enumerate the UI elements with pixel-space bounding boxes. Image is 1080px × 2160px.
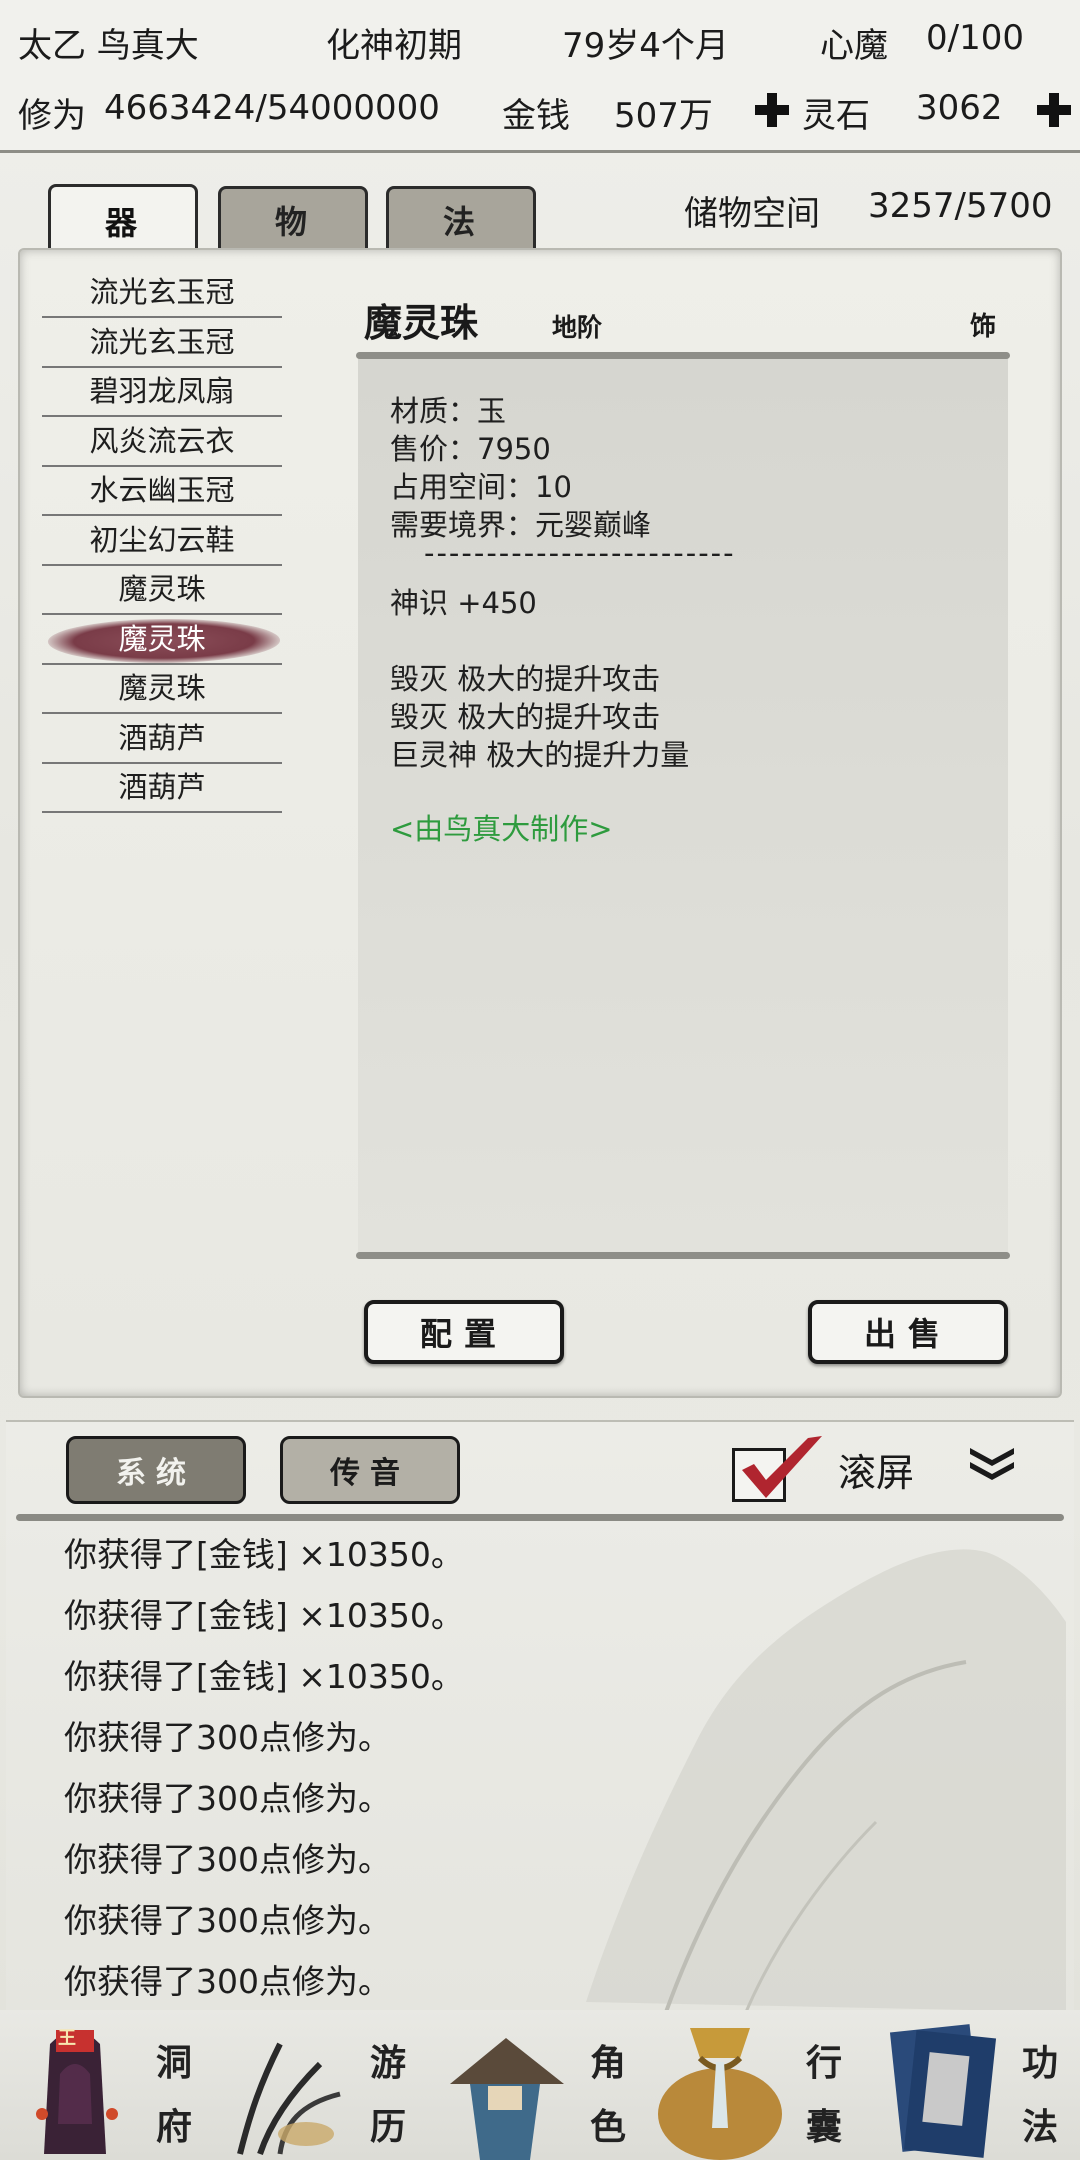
money-value: 507万 [614, 96, 713, 136]
cultivation-value: 4663424/54000000 [104, 88, 440, 128]
nav-cave-residence[interactable]: 王 洞 府 [20, 2014, 220, 2160]
add-money-icon[interactable] [752, 90, 792, 130]
list-item[interactable]: 魔灵珠 [42, 565, 282, 615]
log-line: 你获得了300点修为。 [64, 1718, 391, 1757]
log-divider [16, 1514, 1064, 1521]
list-item[interactable]: 酒葫芦 [42, 763, 282, 813]
item-effect: 毁灭 极大的提升攻击 [390, 662, 661, 696]
log-line: 你获得了300点修为。 [64, 1840, 391, 1879]
item-material: 材质：玉 [390, 394, 507, 428]
equip-button[interactable]: 配置 [364, 1300, 564, 1364]
nav-label-top: 洞 [156, 2043, 193, 2084]
list-item[interactable]: 酒葫芦 [42, 714, 282, 764]
list-item[interactable]: 水云幽玉冠 [42, 466, 282, 516]
sell-button[interactable]: 出售 [808, 1300, 1008, 1364]
residence-badge: 王 [58, 2028, 76, 2049]
item-effect: 毁灭 极大的提升攻击 [390, 700, 661, 734]
list-item-selected[interactable]: 魔灵珠 [42, 615, 282, 665]
log-line: 你获得了300点修为。 [64, 1779, 391, 1818]
log-line: 你获得了[金钱] ×10350。 [64, 1596, 464, 1635]
tab-techniques[interactable]: 法 [386, 186, 536, 250]
nav-label-top: 功 [1022, 2043, 1059, 2084]
nav-travel[interactable]: 游 历 [220, 2014, 430, 2160]
inner-demon-value: 0/100 [926, 18, 1024, 58]
storage-value: 3257/5700 [868, 186, 1053, 226]
item-type: 饰 [970, 312, 997, 342]
tab-items[interactable]: 物 [218, 186, 368, 250]
item-space: 占用空间：10 [390, 470, 572, 504]
tab-equipment[interactable]: 器 [48, 184, 198, 254]
inner-demon-label: 心魔 [820, 26, 888, 66]
nav-label-bottom: 囊 [806, 2107, 843, 2148]
log-line: 你获得了300点修为。 [64, 1962, 391, 2001]
item-effect: 巨灵神 极大的提升力量 [390, 738, 690, 772]
item-name: 魔灵珠 [364, 300, 479, 345]
checkmark-icon [742, 1436, 822, 1498]
log-tab-system[interactable]: 系统 [66, 1436, 246, 1504]
spirit-stone-label: 灵石 [802, 96, 870, 136]
money-label: 金钱 [502, 96, 570, 136]
player-name: 太乙 鸟真大 [18, 26, 199, 66]
list-item[interactable]: 风炎流云衣 [42, 417, 282, 467]
cultivation-label: 修为 [18, 96, 86, 136]
item-maker: <由鸟真大制作> [390, 812, 613, 846]
nav-techniques[interactable]: 功 法 [870, 2014, 1078, 2160]
nav-label-top: 角 [590, 2043, 627, 2084]
collapse-chevron-icon[interactable] [966, 1444, 1018, 1484]
nav-label-bottom: 历 [370, 2107, 407, 2148]
storage-label: 储物空间 [684, 194, 820, 234]
log-line: 你获得了[金钱] ×10350。 [64, 1535, 464, 1574]
add-spirit-stone-icon[interactable] [1034, 90, 1074, 130]
nav-inventory[interactable]: 行 囊 [650, 2014, 870, 2160]
list-item[interactable]: 流光玄玉冠 [42, 318, 282, 368]
detail-dash-divider: ------------------------- [424, 536, 736, 570]
player-realm: 化神初期 [326, 26, 462, 66]
log-line: 你获得了300点修为。 [64, 1901, 391, 1940]
treasure-bag-icon [658, 2028, 782, 2160]
nav-label-bottom: 府 [156, 2107, 193, 2148]
item-price: 售价：7950 [390, 432, 551, 466]
list-item[interactable]: 初尘幻云鞋 [42, 516, 282, 566]
auto-scroll-label: 滚屏 [838, 1451, 915, 1495]
straw-hat-figure-icon [450, 2038, 564, 2160]
ink-mountain-decoration [586, 1549, 1066, 2012]
nav-label-bottom: 色 [590, 2107, 627, 2148]
log-tab-message[interactable]: 传音 [280, 1436, 460, 1504]
nav-character[interactable]: 角 色 [440, 2014, 650, 2160]
log-line: 你获得了[金钱] ×10350。 [64, 1657, 464, 1696]
book-stack-icon [889, 2024, 997, 2158]
list-item[interactable]: 碧羽龙凤扇 [42, 367, 282, 417]
list-item[interactable]: 魔灵珠 [42, 664, 282, 714]
list-item[interactable]: 流光玄玉冠 [42, 268, 282, 318]
bottom-navigation: 王 洞 府 游 历 角 色 行 囊 功 法 [0, 2010, 1080, 2160]
grass-brush-icon [237, 2042, 341, 2155]
nav-label-top: 游 [370, 2043, 407, 2084]
spirit-stone-value: 3062 [916, 88, 1003, 128]
nav-label-bottom: 法 [1022, 2107, 1059, 2148]
item-bonus: 神识 +450 [390, 586, 537, 620]
nav-label-top: 行 [806, 2043, 843, 2084]
detail-top-divider [356, 352, 1010, 359]
player-age: 79岁4个月 [562, 26, 729, 66]
item-grade: 地阶 [552, 313, 603, 342]
detail-bottom-divider [356, 1252, 1010, 1259]
status-header: 太乙 鸟真大 化神初期 79岁4个月 心魔 0/100 修为 4663424/5… [0, 0, 1080, 153]
